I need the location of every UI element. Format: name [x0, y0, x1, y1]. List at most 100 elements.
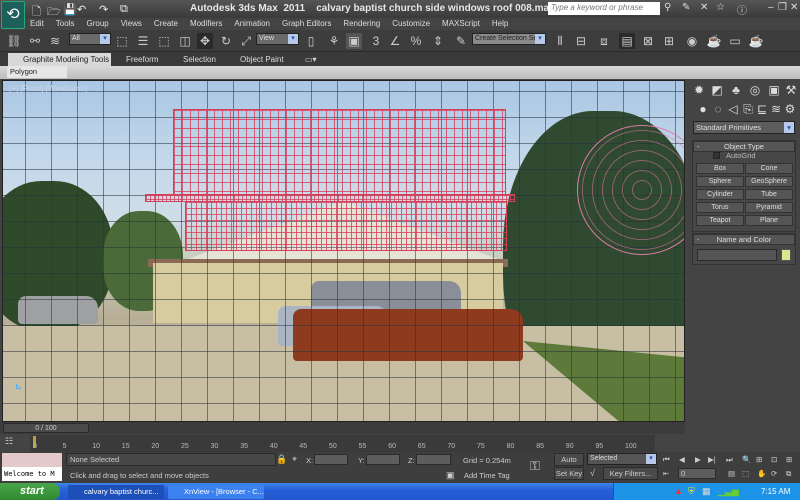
time-slider-track[interactable]	[0, 422, 685, 434]
maxscript-listener-output[interactable]	[2, 453, 62, 467]
go-to-end-icon[interactable]: ⏭	[726, 455, 733, 465]
next-frame-icon[interactable]: ▶|	[708, 455, 716, 464]
key-tangent-icon[interactable]: √	[590, 468, 595, 478]
orbit-icon[interactable]: ⟳	[771, 469, 777, 478]
project-folder-icon[interactable]: ⧉	[120, 3, 128, 16]
region-zoom-icon[interactable]: ⬚	[742, 469, 749, 478]
ribbon-options-icon[interactable]: ▭▾	[305, 54, 317, 65]
create-tab-icon[interactable]: ✹	[690, 83, 708, 99]
select-and-manipulate-icon[interactable]: ⚘	[326, 33, 342, 49]
auto-key-button[interactable]: Auto Key	[554, 453, 584, 476]
menu-create[interactable]: Create	[148, 18, 184, 30]
communication-center-icon[interactable]: ✕	[700, 2, 708, 13]
tab-graphite-modeling-tools[interactable]: Graphite Modeling Tools	[23, 54, 109, 65]
zoom-all-icon[interactable]: ⊞	[756, 455, 762, 464]
torus-button[interactable]: Torus	[696, 202, 744, 213]
close-button[interactable]: ✕	[790, 2, 798, 13]
set-key-button[interactable]: Set Key	[554, 467, 584, 480]
maxscript-listener-input[interactable]: Welcome to M	[2, 467, 62, 481]
align-icon[interactable]: ⊟	[573, 33, 589, 49]
minimize-button[interactable]: –	[768, 2, 774, 13]
mini-curve-editor-icon[interactable]: ☷	[5, 436, 13, 447]
menu-tools[interactable]: Tools	[50, 18, 81, 30]
cone-button[interactable]: Cone	[745, 163, 793, 174]
reference-coordinate-dropdown[interactable]: View ▾	[256, 33, 299, 45]
schematic-view-icon[interactable]: ⊞	[661, 33, 677, 49]
restore-button[interactable]: ❐	[778, 2, 787, 13]
select-object-icon[interactable]: ⬚	[114, 33, 130, 49]
pivot-center-icon[interactable]: ▯	[303, 33, 319, 49]
tab-selection[interactable]: Selection	[183, 54, 216, 65]
select-and-scale-icon[interactable]: ⤢	[238, 33, 254, 49]
time-tag-icon[interactable]: ▣	[446, 470, 455, 481]
select-by-name-icon[interactable]: ☰	[135, 33, 151, 49]
box-button[interactable]: Box	[696, 163, 744, 174]
modify-tab-icon[interactable]: ◩	[708, 83, 726, 99]
keyboard-shortcut-override-icon[interactable]: ▣	[346, 33, 362, 49]
mirror-icon[interactable]: ⫴	[552, 33, 568, 49]
curve-editor-icon[interactable]: ⊠	[640, 33, 656, 49]
bind-space-warp-icon[interactable]: ≋	[47, 33, 63, 49]
tube-button[interactable]: Tube	[745, 189, 793, 200]
add-time-tag-button[interactable]: Add Time Tag	[464, 471, 510, 480]
search-input[interactable]: Type a keyword or phrase	[548, 2, 660, 15]
redo-icon[interactable]: ↷	[99, 3, 108, 16]
absolute-mode-icon[interactable]: ⌖	[292, 454, 297, 465]
key-filters-button[interactable]: Key Filters...	[603, 467, 658, 480]
menu-animation[interactable]: Animation	[228, 18, 276, 30]
name-and-color-header[interactable]: - Name and Color	[693, 234, 795, 245]
sphere-button[interactable]: Sphere	[696, 176, 744, 187]
spinner-snap-icon[interactable]: ⇕	[430, 33, 446, 49]
signal-icon[interactable]: ▁▃▅	[718, 486, 739, 497]
maximize-viewport-icon[interactable]: ⧉	[786, 469, 791, 479]
graphite-toggle-icon[interactable]: ▤	[619, 33, 635, 49]
menu-help[interactable]: Help	[486, 18, 514, 30]
pan-icon[interactable]: ✋	[757, 469, 766, 478]
render-production-icon[interactable]: ☕	[748, 33, 764, 49]
subscription-icon[interactable]: ✎	[682, 2, 690, 13]
binoculars-icon[interactable]: ⚲	[664, 2, 671, 13]
pyramid-button[interactable]: Pyramid	[745, 202, 793, 213]
select-and-rotate-icon[interactable]: ↻	[218, 33, 234, 49]
security-icon[interactable]: ⛨	[688, 486, 695, 497]
taskbar-item-3dsmax[interactable]: calvary baptist churc...	[68, 485, 164, 499]
motion-tab-icon[interactable]: ◎	[746, 83, 764, 99]
set-key-icon[interactable]: ⚿	[530, 458, 540, 474]
menu-customize[interactable]: Customize	[386, 18, 436, 30]
material-editor-icon[interactable]: ◉	[684, 33, 700, 49]
display-tab-icon[interactable]: ▣	[765, 83, 783, 99]
plane-button[interactable]: Plane	[745, 215, 793, 226]
percent-snap-icon[interactable]: %	[408, 33, 424, 49]
selection-lock-icon[interactable]: 🔒	[276, 454, 287, 465]
viewport-label[interactable]: [+] [Front] [Wireframe]	[9, 84, 87, 93]
angle-snap-icon[interactable]: ∠	[387, 33, 403, 49]
acrobat-icon[interactable]: ▲	[674, 486, 683, 496]
window-crossing-icon[interactable]: ◫	[177, 33, 193, 49]
tab-object-paint[interactable]: Object Paint	[240, 54, 284, 65]
zoom-icon[interactable]: 🔍	[742, 455, 751, 464]
object-name-field[interactable]	[697, 249, 777, 261]
select-and-move-icon[interactable]: ✥	[197, 33, 213, 49]
time-slider[interactable]: 0 / 100	[3, 423, 89, 433]
y-coordinate-field[interactable]	[366, 454, 400, 465]
go-to-start-icon[interactable]: ⏮	[663, 455, 670, 465]
menu-group[interactable]: Group	[80, 18, 114, 30]
edit-named-selection-icon[interactable]: ✎	[453, 33, 469, 49]
render-setup-icon[interactable]: ☕	[706, 33, 722, 49]
key-mode-dropdown[interactable]: Selected ▾	[587, 453, 657, 465]
cylinder-button[interactable]: Cylinder	[696, 189, 744, 200]
utilities-tab-icon[interactable]: ⚒	[782, 83, 800, 99]
menu-maxscript[interactable]: MAXScript	[436, 18, 486, 30]
selection-filter-dropdown[interactable]: All ▾	[69, 33, 111, 45]
zoom-extents-all-icon[interactable]: ⊞	[786, 455, 792, 464]
autogrid-checkbox[interactable]	[713, 152, 720, 159]
unlink-icon[interactable]: ⚯	[27, 33, 43, 49]
menu-rendering[interactable]: Rendering	[337, 18, 386, 30]
menu-modifiers[interactable]: Modifiers	[184, 18, 228, 30]
play-icon[interactable]: ▶	[695, 455, 701, 464]
start-button[interactable]: start	[0, 483, 60, 500]
select-and-link-icon[interactable]: ⛓	[6, 33, 22, 49]
current-frame-field[interactable]: 0	[678, 468, 716, 479]
menu-graph-editors[interactable]: Graph Editors	[276, 18, 337, 30]
key-mode-toggle-icon[interactable]: ⇤	[663, 469, 669, 478]
